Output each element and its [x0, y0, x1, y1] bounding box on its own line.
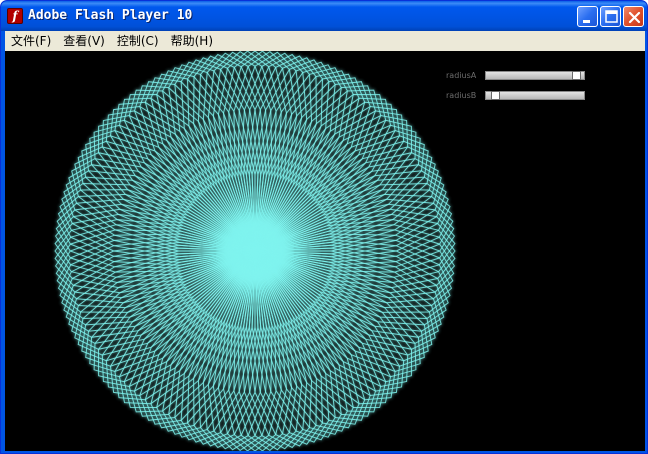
menu-file[interactable]: 文件(F)	[5, 31, 57, 51]
radius-b-thumb[interactable]	[490, 91, 500, 100]
radius-a-track[interactable]	[485, 71, 585, 80]
title-bar[interactable]: f Adobe Flash Player 10	[1, 1, 647, 31]
flash-stage[interactable]: radiusA radiusB	[5, 51, 645, 451]
menu-view[interactable]: 查看(V)	[57, 31, 111, 51]
spirograph-rosette	[54, 51, 456, 451]
radius-b-label: radiusB	[446, 91, 477, 100]
menu-bar: 文件(F) 查看(V) 控制(C) 帮助(H)	[5, 31, 645, 51]
close-icon	[628, 11, 641, 24]
flash-player-window: f Adobe Flash Player 10 文件(F) 查看(V) 控制(C…	[0, 0, 648, 454]
minimize-icon	[583, 20, 590, 23]
flash-app-icon: f	[7, 8, 23, 24]
minimize-button[interactable]	[577, 6, 598, 27]
maximize-icon	[605, 10, 618, 23]
radius-b-track[interactable]	[485, 91, 585, 100]
menu-control[interactable]: 控制(C)	[111, 31, 165, 51]
close-button[interactable]	[623, 6, 644, 27]
radius-a-thumb[interactable]	[571, 71, 581, 80]
maximize-button[interactable]	[600, 6, 621, 27]
radius-b-slider[interactable]: radiusB	[446, 90, 596, 102]
menu-help[interactable]: 帮助(H)	[165, 31, 219, 51]
radius-a-slider[interactable]: radiusA	[446, 70, 596, 82]
window-title: Adobe Flash Player 10	[28, 8, 193, 23]
radius-a-label: radiusA	[446, 71, 477, 80]
